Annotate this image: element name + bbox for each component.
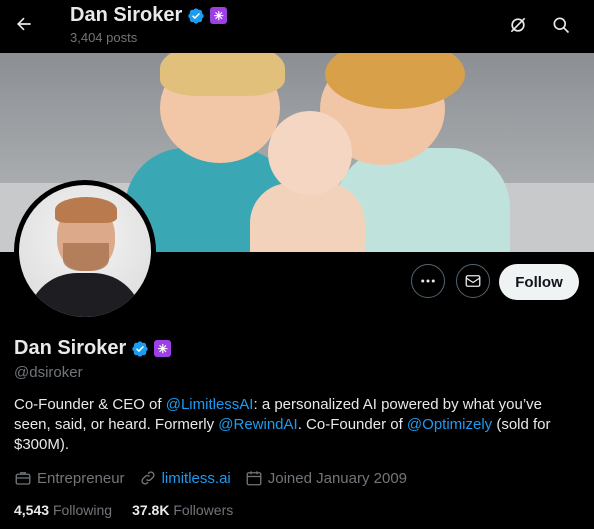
profile-name: Dan Siroker — [14, 337, 127, 359]
post-count: 3,404 posts — [70, 30, 138, 45]
search-button[interactable] — [544, 8, 578, 42]
message-button[interactable] — [456, 264, 490, 298]
search-icon — [553, 17, 570, 34]
calendar-icon — [246, 471, 262, 486]
grok-icon — [510, 17, 526, 33]
back-arrow-icon — [17, 17, 31, 31]
profile-website[interactable]: limitless.ai — [139, 469, 231, 487]
followers-link[interactable]: 37.8K Followers — [132, 502, 233, 518]
grok-button[interactable] — [501, 8, 535, 42]
verified-badge-icon[interactable] — [131, 340, 149, 358]
follow-button[interactable]: Follow — [499, 264, 579, 300]
header-name: Dan Siroker — [70, 4, 183, 26]
following-link[interactable]: 4,543 Following — [14, 502, 112, 518]
top-bar: Dan Siroker ✳ 3,404 posts — [0, 0, 594, 53]
profile-stats: 4,543 Following 37.8K Followers — [14, 502, 253, 518]
affiliate-badge-icon: ✳ — [210, 7, 228, 24]
more-horizontal-icon — [421, 279, 435, 283]
back-button[interactable] — [6, 6, 42, 42]
verified-badge-icon — [188, 7, 204, 24]
bio-link-rewindai[interactable]: @RewindAI — [218, 416, 297, 433]
profile-handle: @dsiroker — [14, 364, 83, 381]
profile-meta: Entrepreneur limitless.ai Joined January… — [14, 469, 421, 487]
avatar[interactable] — [19, 185, 151, 317]
briefcase-icon — [15, 472, 31, 485]
affiliate-badge-icon[interactable]: ✳ — [154, 340, 172, 357]
profile-name-row: Dan Siroker ✳ — [14, 337, 172, 360]
profile-bio: Co-Founder & CEO of @LimitlessAI: a pers… — [14, 396, 551, 453]
profile-joined: Joined January 2009 — [245, 469, 407, 487]
header-title-block: Dan Siroker ✳ 3,404 posts — [70, 4, 228, 45]
bio-link-limitlessai[interactable]: @LimitlessAI — [166, 396, 254, 413]
profile-category: Entrepreneur — [14, 469, 125, 487]
link-icon — [141, 471, 155, 485]
envelope-icon — [465, 275, 481, 287]
more-options-button[interactable] — [411, 264, 445, 298]
bio-link-optimizely[interactable]: @Optimizely — [407, 416, 492, 433]
